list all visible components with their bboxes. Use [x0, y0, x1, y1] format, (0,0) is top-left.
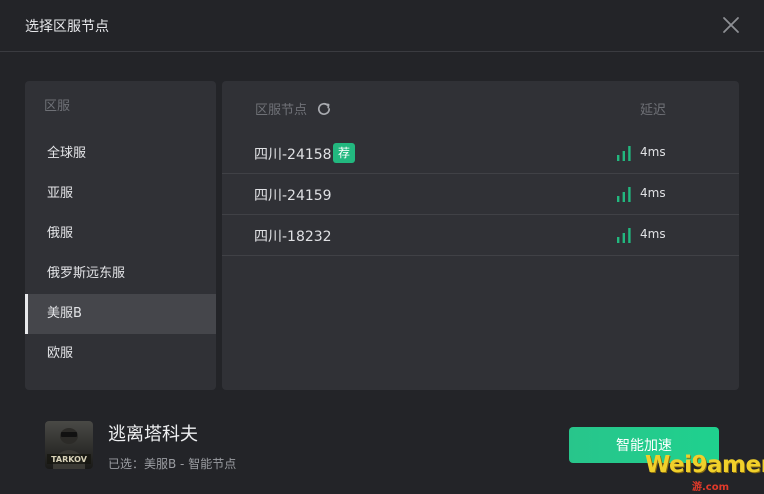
selected-node-text: 已选：美服B - 智能节点 — [108, 457, 237, 471]
region-item-us-b[interactable]: 美服B — [25, 294, 216, 334]
node-list: 四川-24158 荐 4ms 四川-24159 4ms 四川-18232 4ms — [222, 133, 739, 256]
region-header: 区服 — [44, 99, 71, 114]
region-panel: 区服 全球服 亚服 俄服 俄罗斯远东服 美服B 欧服 — [25, 81, 216, 390]
node-header-label: 区服节点 — [255, 103, 308, 118]
refresh-icon[interactable] — [316, 101, 332, 117]
region-item-asia[interactable]: 亚服 — [25, 174, 216, 214]
node-row[interactable]: 四川-24159 4ms — [222, 174, 739, 215]
game-name: 逃离塔科夫 — [108, 424, 198, 445]
dialog-title: 选择区服节点 — [25, 19, 109, 35]
recommended-badge: 荐 — [333, 143, 355, 163]
node-row[interactable]: 四川-24158 荐 4ms — [222, 133, 739, 174]
node-panel: 区服节点 延迟 四川-24158 荐 4ms 四川-24159 4ms 四川-1… — [222, 81, 739, 390]
node-header: 区服节点 — [255, 99, 332, 118]
region-item-global[interactable]: 全球服 — [25, 134, 216, 174]
watermark-text: Wei9amer — [645, 452, 764, 478]
region-item-russia-far-east[interactable]: 俄罗斯远东服 — [25, 254, 216, 294]
node-name: 四川-24159 — [254, 188, 332, 204]
watermark: Wei9amer 游.com — [645, 452, 764, 493]
watermark-sub: 游.com — [692, 482, 730, 493]
game-cover-icon: TARKOV — [45, 421, 93, 469]
node-ping: 4ms — [640, 186, 666, 200]
region-item-russia[interactable]: 俄服 — [25, 214, 216, 254]
game-cover-label: TARKOV — [51, 455, 88, 464]
close-icon[interactable] — [720, 14, 742, 36]
signal-icon — [617, 145, 631, 161]
region-list: 全球服 亚服 俄服 俄罗斯远东服 美服B 欧服 — [25, 134, 216, 374]
node-ping: 4ms — [640, 145, 666, 159]
node-name: 四川-24158 — [254, 147, 332, 163]
signal-icon — [617, 227, 631, 243]
dialog-titlebar: 选择区服节点 — [0, 0, 764, 52]
node-ping: 4ms — [640, 227, 666, 241]
node-row[interactable]: 四川-18232 4ms — [222, 215, 739, 256]
signal-icon — [617, 186, 631, 202]
latency-header: 延迟 — [640, 103, 667, 118]
node-name: 四川-18232 — [254, 229, 332, 245]
region-item-eu[interactable]: 欧服 — [25, 334, 216, 374]
